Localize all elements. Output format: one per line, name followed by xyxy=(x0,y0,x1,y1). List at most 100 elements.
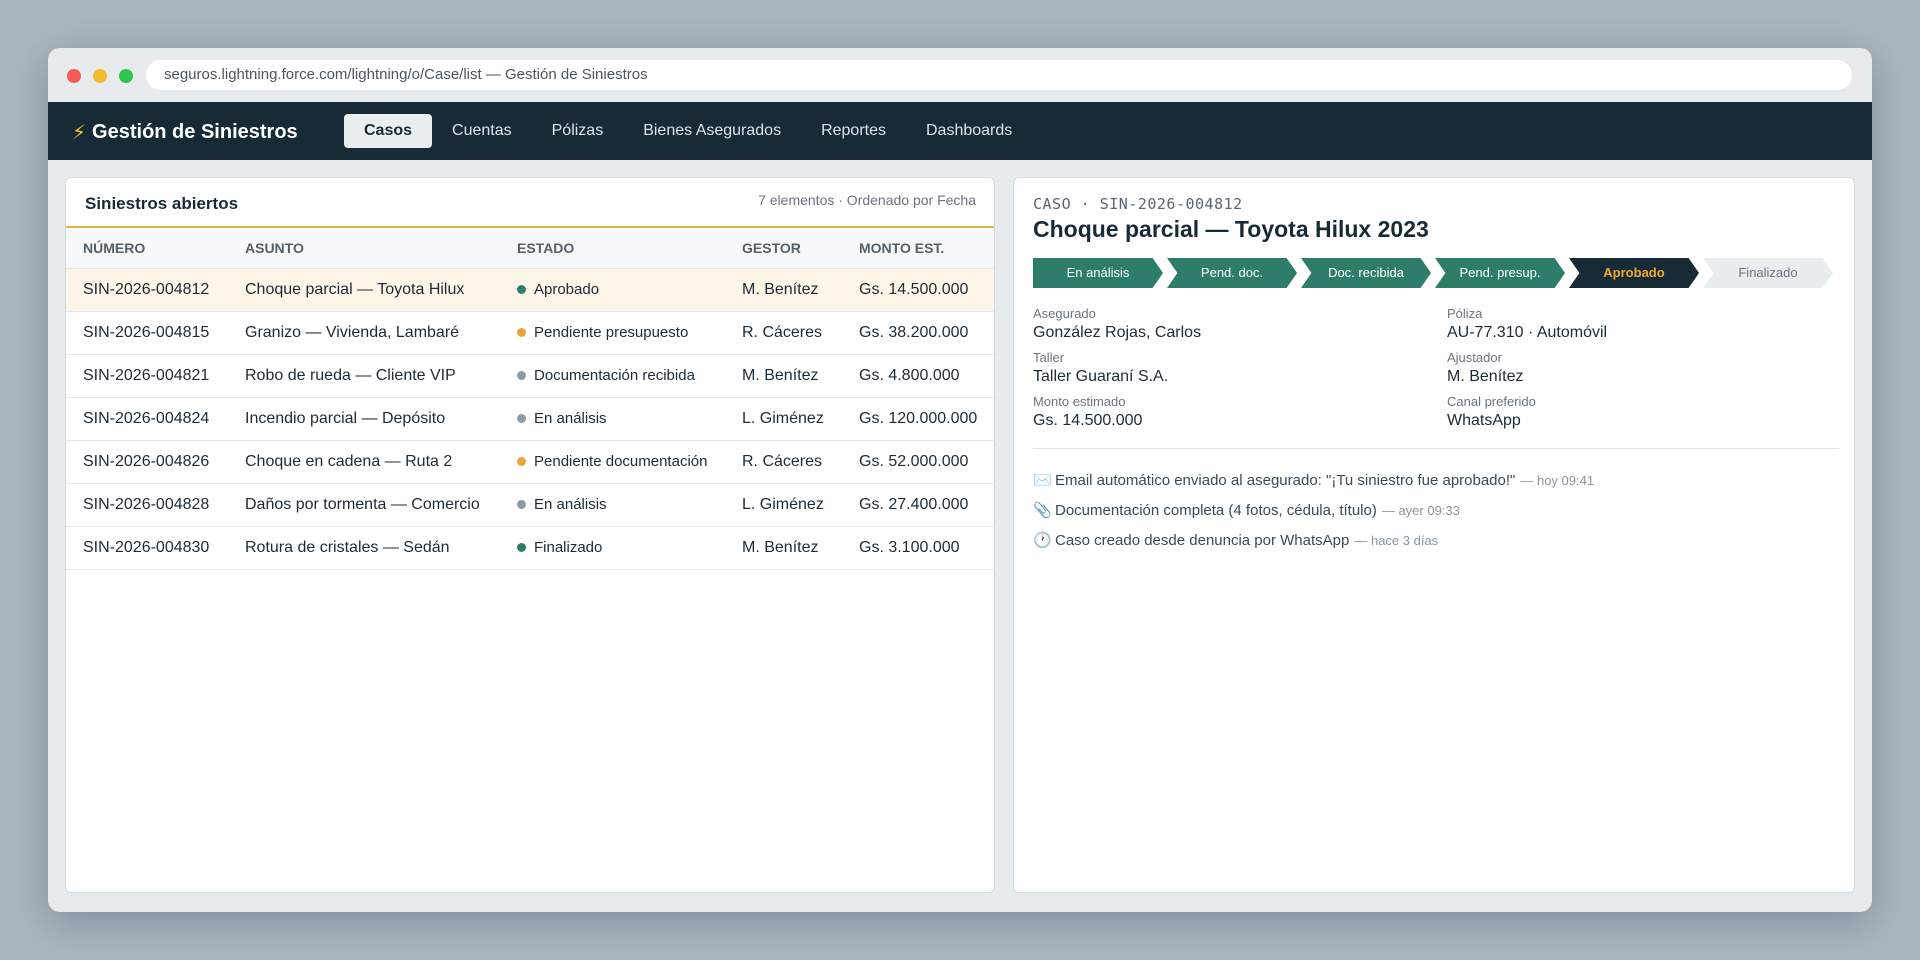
browser-window: seguros.lightning.force.com/lightning/o/… xyxy=(48,48,1872,912)
timeline-item[interactable]: 🕐 Caso creado desde denuncia por WhatsApp… xyxy=(1033,525,1594,555)
cell-numero: SIN-2026-004815 xyxy=(66,311,228,355)
cell-asunto: Granizo — Vivienda, Lambaré xyxy=(228,311,500,355)
divider xyxy=(1033,448,1839,449)
status-badge: Finalizado xyxy=(517,539,725,556)
cell-monto: Gs. 3.100.000 xyxy=(842,526,994,570)
column-header-monto[interactable]: MONTO EST. xyxy=(842,228,994,269)
table-row[interactable]: SIN-2026-004826 Choque en cadena — Ruta 2… xyxy=(66,440,994,484)
cell-asunto: Robo de rueda — Cliente VIP xyxy=(228,354,500,398)
activity-timeline: ✉️ Email automático enviado al asegurado:… xyxy=(1033,465,1594,555)
cell-numero: SIN-2026-004821 xyxy=(66,354,228,398)
cell-estado: En análisis xyxy=(500,483,725,527)
tab-reportes[interactable]: Reportes xyxy=(801,114,906,148)
status-badge: Documentación recibida xyxy=(517,367,725,384)
cell-gestor: R. Cáceres xyxy=(725,311,842,355)
maximize-window-button[interactable] xyxy=(119,69,133,83)
timeline-item[interactable]: 📎 Documentación completa (4 fotos, cédula… xyxy=(1033,495,1594,525)
path-step[interactable]: Aprobado xyxy=(1569,258,1699,288)
cell-asunto: Incendio parcial — Depósito xyxy=(228,397,500,441)
tab-casos[interactable]: Casos xyxy=(344,114,433,148)
cell-gestor: M. Benítez xyxy=(725,354,842,398)
status-label: Pendiente documentación xyxy=(534,453,708,470)
field-label: Monto estimado xyxy=(1033,394,1126,409)
list-meta: 7 elementos · Ordenado por Fecha xyxy=(758,192,976,208)
field-value: Gs. 14.500.000 xyxy=(1033,412,1143,429)
timeline-timestamp: — hace 3 días xyxy=(1354,532,1439,548)
timeline-item[interactable]: ✉️ Email automático enviado al asegurado:… xyxy=(1033,465,1594,495)
field-label: Ajustador xyxy=(1447,350,1502,365)
cell-numero: SIN-2026-004826 xyxy=(66,440,228,484)
detail-field: Ajustador M. Benítez xyxy=(1447,350,1523,386)
status-label: Aprobado xyxy=(534,281,600,298)
status-label: En análisis xyxy=(534,410,607,427)
cell-estado: Pendiente presupuesto xyxy=(500,311,725,355)
detail-field: Taller Taller Guaraní S.A. xyxy=(1033,350,1168,386)
path-step[interactable]: Pend. presup. xyxy=(1435,258,1565,288)
detail-field: Póliza AU-77.310 · Automóvil xyxy=(1447,306,1607,342)
status-label: Pendiente presupuesto xyxy=(534,324,689,341)
table-header-row: NÚMERO ASUNTO ESTADO GESTOR MONTO EST. xyxy=(66,228,994,269)
case-label: CASO · SIN-2026-004812 xyxy=(1033,195,1243,213)
cell-gestor: R. Cáceres xyxy=(725,440,842,484)
field-value: WhatsApp xyxy=(1447,412,1521,429)
field-value: Taller Guaraní S.A. xyxy=(1033,368,1169,385)
case-detail-panel: CASO · SIN-2026-004812 Choque parcial — … xyxy=(1013,177,1855,893)
cell-estado: En análisis xyxy=(500,397,725,441)
field-value: AU-77.310 · Automóvil xyxy=(1447,324,1608,341)
cell-gestor: L. Giménez xyxy=(725,397,842,441)
timeline-text: Documentación completa (4 fotos, cédula,… xyxy=(1055,501,1377,519)
table-row[interactable]: SIN-2026-004812 Choque parcial — Toyota H… xyxy=(66,268,994,312)
tab-bienes-asegurados[interactable]: Bienes Asegurados xyxy=(623,114,801,148)
cell-numero: SIN-2026-004824 xyxy=(66,397,228,441)
path-step[interactable]: Pend. doc. xyxy=(1167,258,1297,288)
field-value: M. Benítez xyxy=(1447,368,1524,385)
status-badge: Aprobado xyxy=(517,281,725,298)
cell-numero: SIN-2026-004812 xyxy=(66,268,228,312)
close-window-button[interactable] xyxy=(67,69,81,83)
column-header-numero[interactable]: NÚMERO xyxy=(66,228,228,269)
nav-tabs: Casos Cuentas Pólizas Bienes Asegurados Repo… xyxy=(344,114,1032,148)
path-step[interactable]: Doc. recibida xyxy=(1301,258,1431,288)
status-dot-icon xyxy=(517,500,526,509)
status-dot-icon xyxy=(517,328,526,337)
cell-monto: Gs. 27.400.000 xyxy=(842,483,994,527)
path-step[interactable]: En análisis xyxy=(1033,258,1163,288)
status-label: En análisis xyxy=(534,496,607,513)
address-bar[interactable]: seguros.lightning.force.com/lightning/o/… xyxy=(146,60,1852,90)
table-row[interactable]: SIN-2026-004828 Daños por tormenta — Come… xyxy=(66,483,994,527)
cell-asunto: Daños por tormenta — Comercio xyxy=(228,483,500,527)
browser-chrome: seguros.lightning.force.com/lightning/o/… xyxy=(48,48,1872,102)
field-label: Taller xyxy=(1033,350,1065,365)
app-navigation-bar: ⚡ Gestión de Siniestros Casos Cuentas Póli… xyxy=(48,102,1872,160)
column-header-gestor[interactable]: GESTOR xyxy=(725,228,842,269)
column-header-asunto[interactable]: ASUNTO xyxy=(228,228,500,269)
cell-gestor: M. Benítez xyxy=(725,526,842,570)
tab-dashboards[interactable]: Dashboards xyxy=(906,114,1032,148)
cell-asunto: Rotura de cristales — Sedán xyxy=(228,526,500,570)
tab-polizas[interactable]: Pólizas xyxy=(532,114,624,148)
timeline-text: Caso creado desde denuncia por WhatsApp xyxy=(1055,531,1350,549)
app-brand[interactable]: ⚡ Gestión de Siniestros xyxy=(72,120,298,145)
cell-gestor: M. Benítez xyxy=(725,268,842,312)
tab-cuentas[interactable]: Cuentas xyxy=(432,114,532,148)
table-row[interactable]: SIN-2026-004830 Rotura de cristales — Sed… xyxy=(66,526,994,570)
table-row[interactable]: SIN-2026-004821 Robo de rueda — Cliente V… xyxy=(66,354,994,398)
timeline-timestamp: — ayer 09:33 xyxy=(1381,502,1460,518)
minimize-window-button[interactable] xyxy=(93,69,107,83)
column-header-estado[interactable]: ESTADO xyxy=(500,228,725,269)
cell-monto: Gs. 14.500.000 xyxy=(842,268,994,312)
cell-asunto: Choque parcial — Toyota Hilux xyxy=(228,268,500,312)
detail-field: Asegurado González Rojas, Carlos xyxy=(1033,306,1201,342)
timeline-timestamp: — hoy 09:41 xyxy=(1520,472,1595,488)
status-dot-icon xyxy=(517,371,526,380)
detail-field: Canal preferido WhatsApp xyxy=(1447,394,1536,430)
table-row[interactable]: SIN-2026-004815 Granizo — Vivienda, Lamba… xyxy=(66,311,994,355)
status-path: En análisis Pend. doc. Doc. recibida Pend. … xyxy=(1033,258,1837,288)
cell-monto: Gs. 4.800.000 xyxy=(842,354,994,398)
field-label: Canal preferido xyxy=(1447,394,1536,409)
paperclip-icon: 📎 xyxy=(1033,502,1052,519)
path-step[interactable]: Finalizado xyxy=(1703,258,1833,288)
main-content: Siniestros abiertos 7 elementos · Ordena… xyxy=(48,160,1872,912)
status-badge: Pendiente presupuesto xyxy=(517,324,725,341)
table-row[interactable]: SIN-2026-004824 Incendio parcial — Depósi… xyxy=(66,397,994,441)
